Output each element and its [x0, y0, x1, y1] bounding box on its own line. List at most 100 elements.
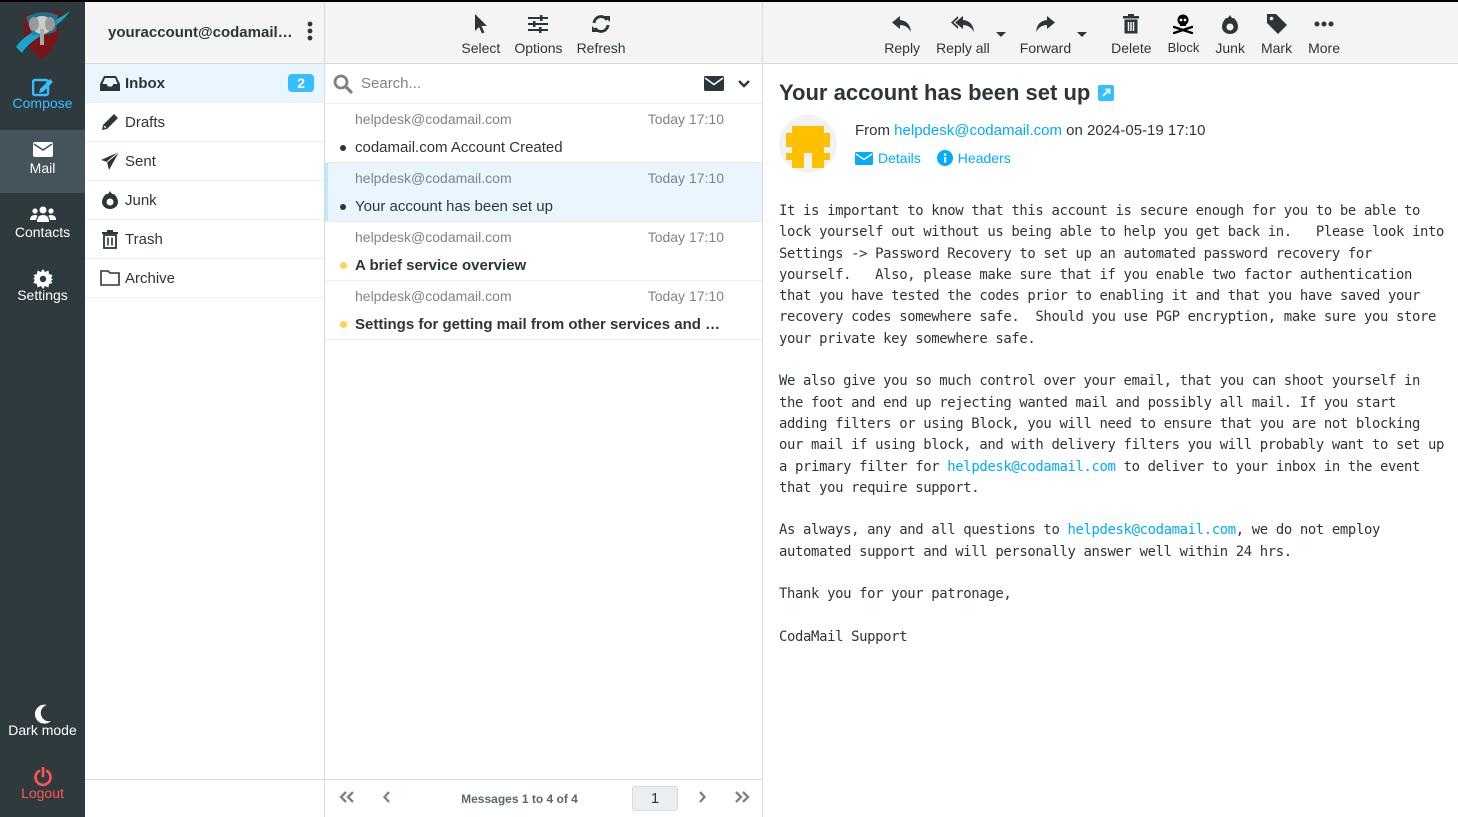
reply-all-button[interactable]: Reply all	[928, 2, 998, 56]
message-from: helpdesk@codamail.com	[355, 170, 512, 186]
moon-icon	[0, 692, 85, 724]
dark-mode-toggle[interactable]: Dark mode	[0, 692, 85, 755]
previous-page-button[interactable]	[367, 790, 407, 808]
message-row[interactable]: helpdesk@codamail.com Today 17:10 codama…	[325, 104, 762, 163]
logout-button[interactable]: Logout	[0, 755, 85, 817]
compose-button[interactable]: Compose	[0, 65, 85, 128]
message-subject: A brief service overview	[355, 257, 527, 274]
pagination: Messages 1 to 4 of 4 1	[325, 779, 762, 817]
folder-name: Trash	[125, 230, 163, 248]
folder-name: Inbox	[125, 74, 165, 92]
on-label: on	[1066, 122, 1083, 139]
next-page-button[interactable]	[682, 790, 722, 808]
nav-contacts[interactable]: Contacts	[0, 194, 85, 257]
more-label: More	[1308, 40, 1340, 56]
message-row[interactable]: helpdesk@codamail.com Today 17:10 Your a…	[325, 163, 762, 222]
search-options-dropdown[interactable]	[734, 79, 754, 88]
message-row[interactable]: helpdesk@codamail.com Today 17:10 Settin…	[325, 281, 762, 340]
folder-drafts[interactable]: Drafts	[85, 103, 324, 142]
users-icon	[0, 194, 85, 222]
envelope-icon	[704, 76, 724, 91]
body-paragraph: It is important to know that this accoun…	[779, 203, 1453, 347]
reply-icon	[892, 11, 912, 37]
pencil-icon	[95, 113, 125, 131]
first-page-button[interactable]	[327, 790, 367, 808]
power-icon	[0, 755, 85, 787]
folder-name: Junk	[125, 191, 157, 209]
message-from-line: From helpdesk@codamail.com on 2024-05-19…	[855, 122, 1205, 139]
message-list-panel: Select Options Refresh helpdesk@codamail…	[325, 2, 763, 817]
message-subject-text: Your account has been set up	[779, 80, 1091, 105]
list-toolbar: Select Options Refresh	[325, 2, 762, 64]
forward-dropdown-caret[interactable]	[1077, 32, 1088, 37]
account-menu-button[interactable]	[296, 21, 324, 44]
folder-name: Sent	[125, 152, 156, 170]
message-subject-heading: Your account has been set up	[779, 80, 1115, 106]
search-input[interactable]	[361, 75, 702, 92]
folder-trash[interactable]: Trash	[85, 220, 324, 259]
headers-label: Headers	[957, 150, 1011, 166]
mark-button[interactable]: Mark	[1253, 2, 1300, 56]
helpdesk-email-link[interactable]: helpdesk@codamail.com	[1067, 522, 1236, 538]
paper-plane-icon	[95, 152, 125, 170]
inbox-icon	[95, 75, 125, 91]
open-in-new-window-icon[interactable]	[1098, 85, 1115, 101]
read-status-dot[interactable]	[340, 204, 346, 210]
settings-label: Settings	[17, 287, 68, 303]
folder-name: Drafts	[125, 113, 166, 131]
read-status-dot[interactable]	[340, 145, 346, 151]
page-number-input[interactable]: 1	[632, 786, 678, 811]
unread-status-dot[interactable]	[340, 321, 347, 328]
folder-archive[interactable]: Archive	[85, 259, 324, 298]
compose-icon	[0, 65, 85, 97]
message-toolbar: Reply Reply all Forward Delete Block Jun…	[763, 2, 1458, 64]
nav-mail[interactable]: Mail	[0, 130, 85, 193]
search-scope-envelope-button[interactable]	[702, 76, 726, 91]
options-button[interactable]: Options	[507, 2, 569, 56]
message-list: helpdesk@codamail.com Today 17:10 codama…	[325, 104, 762, 340]
details-link[interactable]: Details	[855, 150, 921, 166]
junk-button[interactable]: Junk	[1207, 2, 1253, 56]
message-subject: Your account has been set up	[355, 198, 553, 215]
codamail-logo[interactable]	[12, 7, 72, 62]
details-label: Details	[878, 150, 921, 166]
headers-link[interactable]: Headers	[936, 150, 1011, 166]
body-paragraph: We also give you so much control over yo…	[779, 371, 1449, 499]
select-label: Select	[461, 40, 501, 56]
contacts-label: Contacts	[14, 224, 71, 240]
forward-button[interactable]: Forward	[1012, 2, 1079, 56]
search-icon[interactable]	[325, 74, 361, 94]
refresh-button[interactable]: Refresh	[570, 2, 633, 56]
unread-status-dot[interactable]	[340, 262, 347, 269]
select-button[interactable]: Select	[454, 2, 507, 56]
gear-icon	[0, 257, 85, 289]
compose-label: Compose	[12, 95, 73, 111]
account-header: youraccount@codamail.c...	[85, 2, 324, 64]
folders-footer	[85, 779, 324, 817]
message-date: Today 17:10	[647, 170, 724, 186]
message-subject: codamail.com Account Created	[355, 139, 563, 156]
trash-icon	[1123, 11, 1140, 37]
junk-label: Junk	[1215, 40, 1245, 56]
message-from: helpdesk@codamail.com	[355, 229, 512, 245]
message-date: Today 17:10	[647, 111, 724, 127]
last-page-button[interactable]	[722, 790, 762, 808]
block-button[interactable]: Block	[1160, 2, 1208, 55]
cursor-icon	[474, 11, 488, 37]
folder-icon	[95, 270, 125, 286]
folder-sent[interactable]: Sent	[85, 142, 324, 181]
sender-email-link[interactable]: helpdesk@codamail.com	[894, 122, 1062, 139]
more-button[interactable]: More	[1300, 2, 1348, 56]
nav-settings[interactable]: Settings	[0, 257, 85, 320]
reply-button[interactable]: Reply	[876, 2, 928, 56]
message-datetime: 2024-05-19 17:10	[1087, 122, 1206, 139]
folder-inbox[interactable]: Inbox 2	[85, 64, 324, 103]
folder-junk[interactable]: Junk	[85, 181, 324, 220]
delete-button[interactable]: Delete	[1103, 2, 1159, 56]
message-row[interactable]: helpdesk@codamail.com Today 17:10 A brie…	[325, 222, 762, 281]
reply-all-label: Reply all	[936, 40, 990, 56]
helpdesk-email-link[interactable]: helpdesk@codamail.com	[947, 459, 1116, 475]
message-from: helpdesk@codamail.com	[355, 288, 512, 304]
message-from: helpdesk@codamail.com	[355, 111, 512, 127]
reply-all-dropdown-caret[interactable]	[995, 32, 1006, 37]
